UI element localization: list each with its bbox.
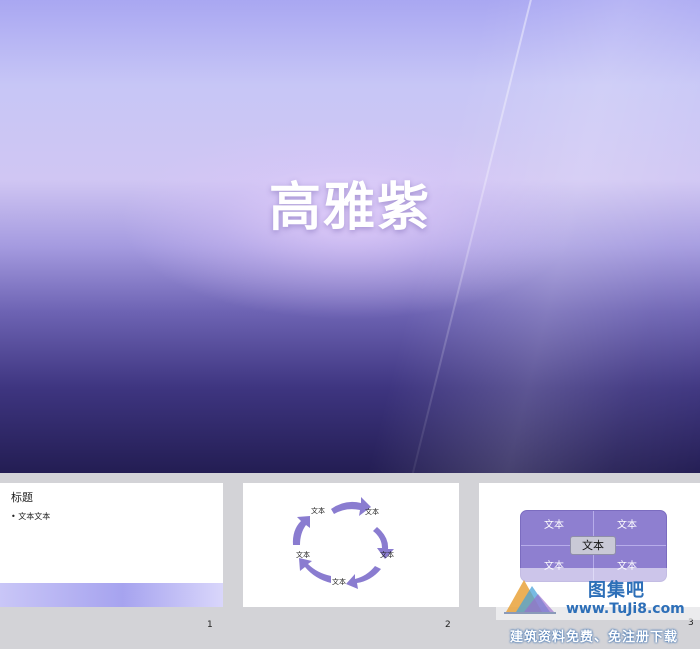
cycle-label-5: 文本 [296,550,310,559]
grid-cell-top-right: 文本 [617,520,637,531]
cycle-label-2: 文本 [365,507,379,516]
slide-thumbnail-1[interactable]: 标题 • 文本文本 [0,483,223,607]
grid-center-box: 文本 [570,536,616,555]
cycle-arrow-5 [292,516,310,545]
watermark: 图集吧 www.TuJi8.com 建筑资料免费、免注册下载 [496,568,700,649]
watermark-slogan: 建筑资料免费、免注册下载 [510,630,679,645]
cycle-diagram: 文本 文本 文本 文本 文本 [292,497,394,589]
cycle-arrow-4 [299,558,331,583]
cycle-label-4: 文本 [332,577,346,586]
cycle-label-1: 文本 [311,506,325,515]
thumb-title: 标题 [11,491,33,504]
main-slide[interactable]: 高雅紫 [0,0,700,473]
cycle-label-3: 文本 [380,550,394,559]
watermark-logo-icon [504,580,556,614]
thumb-bullet: • 文本文本 [11,512,51,521]
page-number-2: 2 [445,620,451,630]
grid-cell-top-left: 文本 [544,520,564,531]
slide-thumbnail-2[interactable]: 文本 文本 文本 文本 文本 [243,483,459,607]
watermark-url: www.TuJi8.com [566,601,685,617]
thumb-band [0,583,223,607]
slide-title[interactable]: 高雅紫 [0,165,700,240]
watermark-brand: 图集吧 [588,580,645,601]
cycle-arrow-3 [346,566,381,589]
page-number-1: 1 [207,620,213,630]
